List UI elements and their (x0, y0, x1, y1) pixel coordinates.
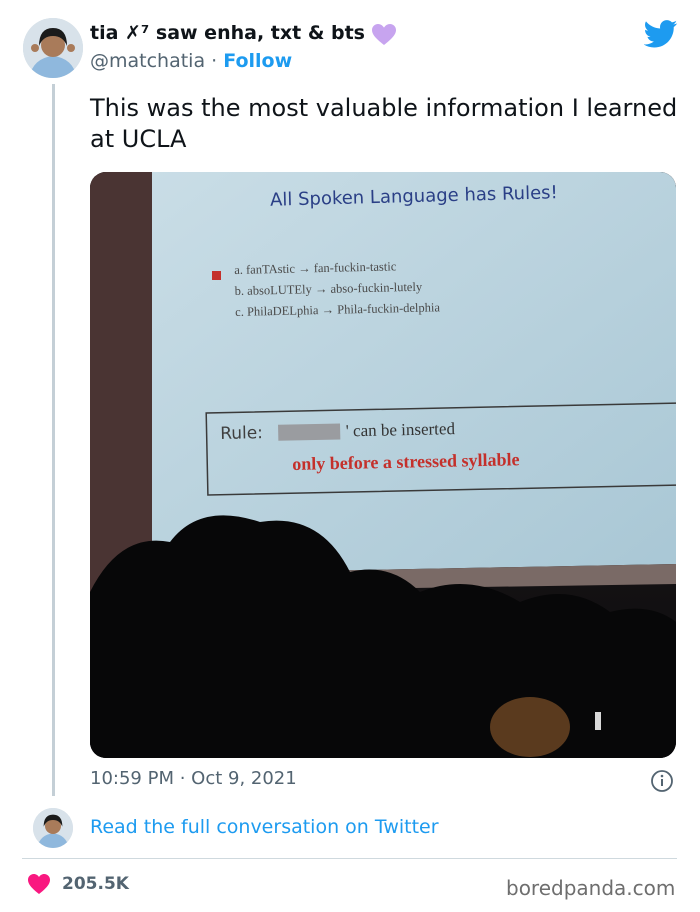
purple-heart-icon (372, 24, 396, 45)
handle-row: @matchatia · Follow (90, 50, 292, 72)
follow-button[interactable]: Follow (223, 50, 292, 72)
tweet-text: This was the most valuable information I… (90, 94, 678, 153)
info-icon[interactable] (650, 769, 674, 793)
avatar-image (23, 18, 83, 78)
slide-examples: a. fanTAstic → fan-fuckin-tastic b. abso… (234, 255, 440, 323)
author-avatar[interactable] (23, 18, 83, 78)
twitter-bird-icon[interactable] (644, 20, 678, 48)
slide-rule-label: Rule: (220, 423, 264, 444)
thread-line (52, 84, 55, 796)
author-display-name[interactable]: tia ✗⁷ saw enha, txt & bts (90, 22, 365, 44)
censored-word-redaction (278, 423, 341, 441)
tweet-timestamp[interactable]: 10:59 PM · Oct 9, 2021 (90, 768, 297, 789)
footer-divider (22, 858, 677, 859)
avatar-image (33, 808, 73, 848)
handle-separator: · (211, 50, 218, 72)
slide-rule-text: ' can be inserted (345, 419, 456, 441)
tweet-card: tia ✗⁷ saw enha, txt & bts @matchatia · … (0, 0, 700, 912)
like-count: 205.5K (62, 874, 129, 894)
slide-bullet-icon (212, 271, 221, 280)
author-handle[interactable]: @matchatia (90, 50, 205, 72)
tweet-photo[interactable]: All Spoken Language has Rules! a. fanTAs… (90, 172, 676, 758)
boredpanda-watermark: boredpanda.com (506, 876, 676, 900)
reply-avatar[interactable] (33, 808, 73, 848)
read-conversation-link[interactable]: Read the full conversation on Twitter (90, 816, 439, 838)
heart-icon[interactable] (27, 873, 51, 895)
